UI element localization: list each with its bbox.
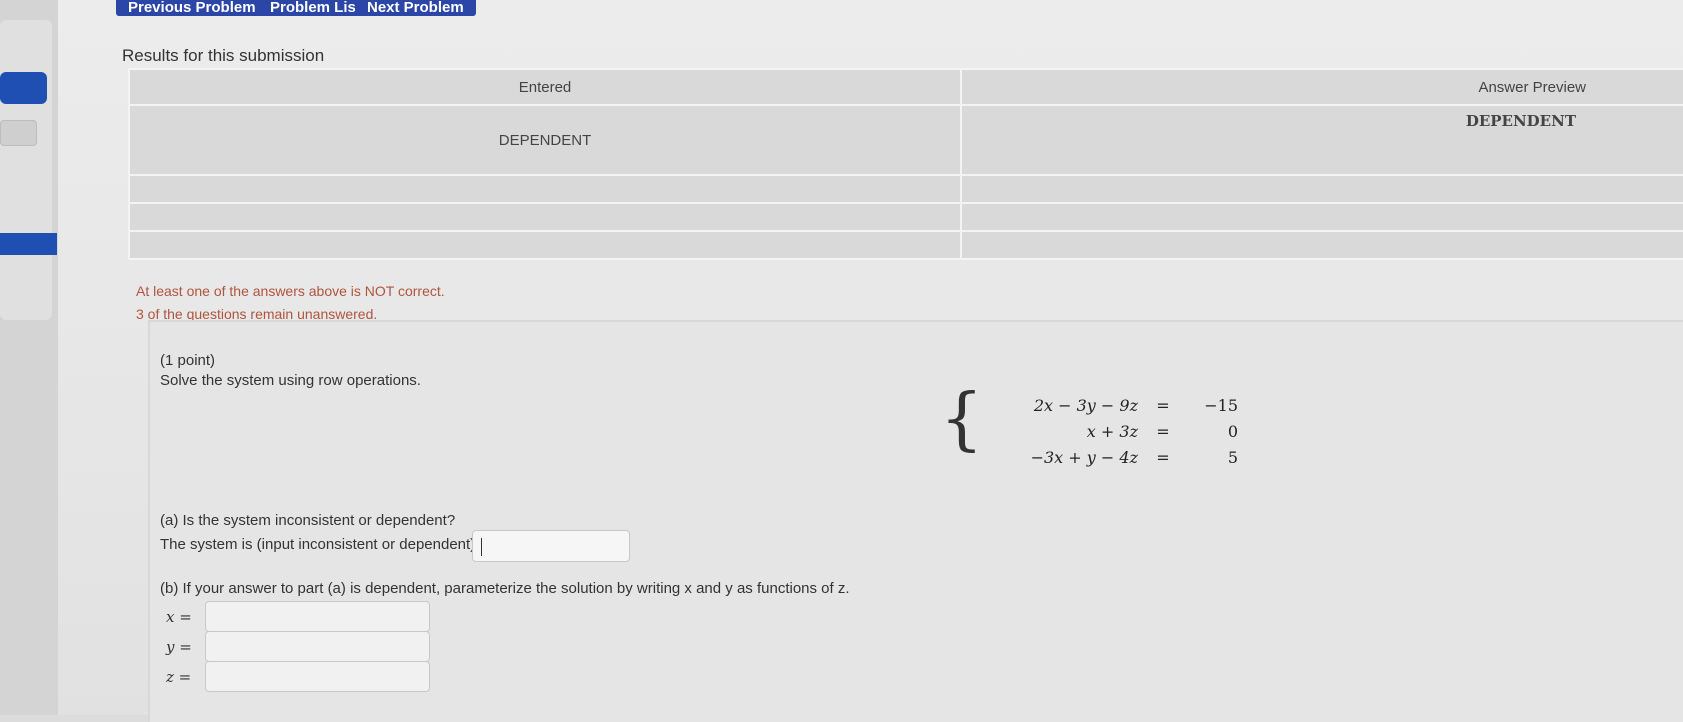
- equation-row: −3x + y − 4z = 5: [958, 444, 1238, 470]
- problem-points: (1 point): [160, 352, 216, 369]
- x-input[interactable]: [205, 601, 430, 632]
- preview-cell: [960, 230, 1683, 260]
- x-label: x =: [166, 608, 192, 626]
- entered-cell: [128, 230, 962, 260]
- table-row: [128, 202, 1683, 232]
- equals-sign: =: [1156, 421, 1170, 441]
- table-row: [128, 174, 1683, 204]
- entered-cell: DEPENDENT: [128, 104, 962, 176]
- equals-sign: =: [1156, 447, 1170, 467]
- entered-cell: [128, 202, 962, 232]
- equation-rhs: 0: [1227, 421, 1238, 441]
- entered-header: Entered: [128, 68, 962, 106]
- part-a-answer-input[interactable]: [472, 530, 630, 562]
- results-table: Entered Answer Preview DEPENDENT DEPENDE…: [128, 68, 1683, 260]
- preview-cell: [960, 174, 1683, 204]
- equation-rhs: −15: [1204, 395, 1238, 415]
- previous-problem-button[interactable]: Previous Problem: [116, 0, 268, 16]
- incorrect-message: At least one of the answers above is NOT…: [136, 283, 445, 299]
- equation-row: x + 3z = 0: [958, 418, 1238, 444]
- equation-lhs: −3x + y − 4z: [1030, 447, 1138, 467]
- y-label: y =: [166, 638, 192, 656]
- part-b-question: (b) If your answer to part (a) is depend…: [160, 580, 850, 597]
- text-caret: [481, 538, 482, 556]
- equation-lhs: x + 3z: [1086, 421, 1138, 441]
- equals-sign: =: [1156, 395, 1170, 415]
- sidebar-item[interactable]: [0, 120, 37, 146]
- left-sidebar: [0, 0, 58, 715]
- entered-cell: [128, 174, 962, 204]
- preview-cell: DEPENDENT: [960, 104, 1683, 176]
- equation-system: { 2x − 3y − 9z = −15 x + 3z = 0 −3x + y …: [940, 386, 1238, 470]
- sidebar-highlight-item[interactable]: [0, 233, 57, 255]
- problem-body: (1 point) Solve the system using row ope…: [148, 320, 1683, 722]
- sidebar-panel: [0, 20, 52, 320]
- left-brace: {: [940, 380, 984, 459]
- z-input[interactable]: [205, 661, 430, 692]
- part-a-prompt: The system is (input inconsistent or dep…: [160, 536, 476, 553]
- part-a-question: (a) Is the system inconsistent or depend…: [160, 512, 456, 529]
- problem-instruction: Solve the system using row operations.: [160, 372, 421, 389]
- y-input[interactable]: [205, 631, 430, 662]
- equation-row: 2x − 3y − 9z = −15: [958, 392, 1238, 418]
- results-title: Results for this submission: [122, 46, 325, 65]
- table-row: DEPENDENT DEPENDENT: [128, 104, 1683, 176]
- next-problem-button[interactable]: Next Problem: [355, 0, 476, 16]
- equation-rhs: 5: [1227, 447, 1238, 467]
- preview-cell: [960, 202, 1683, 232]
- results-header-row: Entered Answer Preview: [128, 68, 1683, 106]
- sidebar-active-item[interactable]: [0, 72, 47, 104]
- z-label: z =: [166, 668, 192, 686]
- answer-preview-header: Answer Preview: [960, 68, 1683, 106]
- table-row: [128, 230, 1683, 260]
- equation-lhs: 2x − 3y − 9z: [1033, 395, 1138, 415]
